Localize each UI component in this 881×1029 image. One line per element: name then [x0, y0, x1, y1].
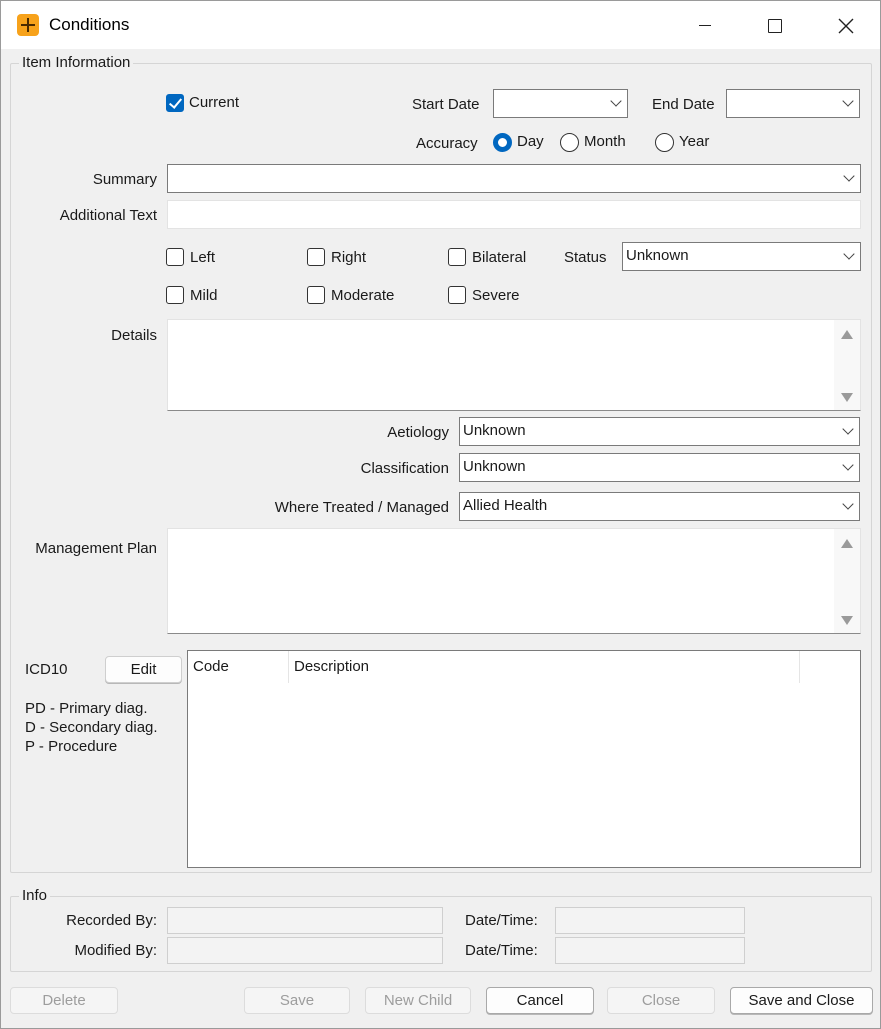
bilateral-label: Bilateral: [472, 249, 527, 266]
current-label: Current: [189, 94, 240, 111]
details-scrollbar[interactable]: [834, 320, 860, 410]
close-window-button[interactable]: [810, 1, 880, 49]
moderate-checkbox[interactable]: [307, 286, 325, 304]
summary-combo[interactable]: [167, 164, 861, 193]
aetiology-label: Aetiology: [387, 424, 449, 441]
minimize-button[interactable]: [670, 1, 740, 49]
modified-datetime-field: [555, 937, 745, 964]
additional-text-label: Additional Text: [59, 207, 157, 224]
management-plan-textarea[interactable]: [167, 528, 861, 634]
where-treated-label: Where Treated / Managed: [274, 499, 449, 516]
item-information-legend: Item Information: [19, 54, 134, 71]
chevron-down-icon: [843, 427, 852, 436]
mild-label: Mild: [190, 287, 218, 304]
scroll-down-arrow-icon[interactable]: [841, 616, 853, 625]
end-date-label: End Date: [652, 96, 715, 113]
current-checkbox[interactable]: [166, 94, 184, 112]
accuracy-month-radio[interactable]: [560, 133, 579, 152]
conditions-dialog: Conditions Item Information Current Star…: [0, 0, 881, 1029]
where-treated-combo[interactable]: Allied Health: [459, 492, 860, 521]
status-combo[interactable]: Unknown: [622, 242, 861, 271]
title-bar[interactable]: Conditions: [1, 1, 880, 49]
summary-label: Summary: [92, 171, 157, 188]
accuracy-month-label: Month: [584, 133, 626, 150]
info-legend: Info: [19, 887, 51, 904]
recorded-by-label: Recorded By:: [66, 912, 157, 929]
start-date-picker[interactable]: [493, 89, 628, 118]
chevron-down-icon: [843, 99, 852, 108]
close-icon: [838, 18, 854, 34]
start-date-label: Start Date: [412, 96, 480, 113]
icd10-label: ICD10: [25, 661, 68, 678]
accuracy-year-label: Year: [679, 133, 710, 150]
column-header-description[interactable]: Description: [289, 651, 800, 683]
accuracy-day-label: Day: [517, 133, 544, 150]
mild-checkbox[interactable]: [166, 286, 184, 304]
recorded-datetime-label: Date/Time:: [465, 912, 538, 929]
bilateral-checkbox[interactable]: [448, 248, 466, 266]
recorded-datetime-field: [555, 907, 745, 934]
icd10-legend-secondary: D - Secondary diag.: [25, 719, 158, 736]
right-checkbox[interactable]: [307, 248, 325, 266]
scroll-down-arrow-icon[interactable]: [841, 393, 853, 402]
icd10-legend-primary: PD - Primary diag.: [25, 700, 148, 717]
chevron-down-icon: [611, 99, 620, 108]
status-value: Unknown: [626, 247, 689, 264]
cancel-button[interactable]: Cancel: [486, 987, 594, 1014]
accuracy-label: Accuracy: [416, 135, 478, 152]
maximize-button[interactable]: [740, 1, 810, 49]
severe-label: Severe: [472, 287, 520, 304]
right-label: Right: [331, 249, 367, 266]
accuracy-day-radio[interactable]: [493, 133, 512, 152]
modified-by-label: Modified By:: [74, 942, 157, 959]
scroll-up-arrow-icon[interactable]: [841, 330, 853, 339]
classification-combo[interactable]: Unknown: [459, 453, 860, 482]
left-label: Left: [190, 249, 216, 266]
icd10-codes-table[interactable]: Code Description: [187, 650, 861, 868]
moderate-label: Moderate: [331, 287, 395, 304]
classification-value: Unknown: [463, 458, 526, 475]
details-label: Details: [111, 327, 157, 344]
chevron-down-icon: [843, 502, 852, 511]
new-child-button[interactable]: New Child: [365, 987, 471, 1014]
where-treated-value: Allied Health: [463, 497, 548, 514]
window-title: Conditions: [49, 15, 130, 34]
modified-by-field: [167, 937, 443, 964]
modified-datetime-label: Date/Time:: [465, 942, 538, 959]
icd10-edit-button[interactable]: Edit: [105, 656, 182, 683]
aetiology-value: Unknown: [463, 422, 526, 439]
severe-checkbox[interactable]: [448, 286, 466, 304]
management-plan-scrollbar[interactable]: [834, 529, 860, 633]
chevron-down-icon: [843, 463, 852, 472]
accuracy-year-radio[interactable]: [655, 133, 674, 152]
aetiology-combo[interactable]: Unknown: [459, 417, 860, 446]
app-plus-icon: [17, 14, 39, 36]
save-and-close-button[interactable]: Save and Close: [730, 987, 873, 1014]
classification-label: Classification: [360, 460, 449, 477]
management-plan-label: Management Plan: [35, 540, 157, 557]
recorded-by-field: [167, 907, 443, 934]
icd10-legend-procedure: P - Procedure: [25, 738, 118, 755]
delete-button[interactable]: Delete: [10, 987, 118, 1014]
column-header-code[interactable]: Code: [188, 651, 289, 683]
chevron-down-icon: [844, 252, 853, 261]
end-date-picker[interactable]: [726, 89, 860, 118]
left-checkbox[interactable]: [166, 248, 184, 266]
chevron-down-icon: [844, 174, 853, 183]
status-label: Status: [564, 249, 607, 266]
close-button[interactable]: Close: [607, 987, 715, 1014]
scroll-up-arrow-icon[interactable]: [841, 539, 853, 548]
details-textarea[interactable]: [167, 319, 861, 411]
save-button[interactable]: Save: [244, 987, 350, 1014]
additional-text-input[interactable]: [167, 200, 861, 229]
